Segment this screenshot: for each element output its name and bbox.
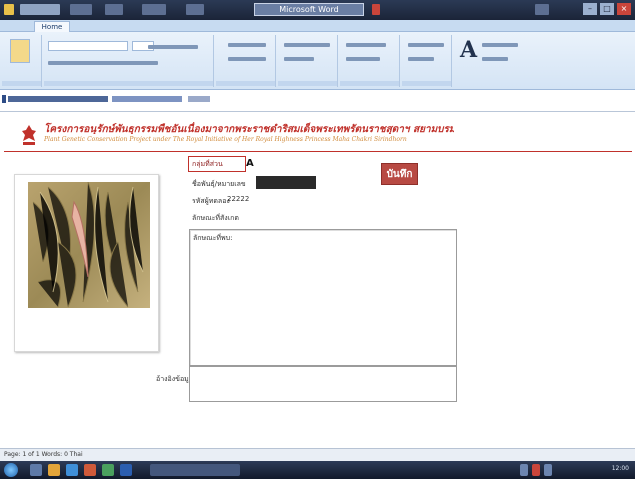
- toolbar-block: [105, 4, 123, 15]
- window-controls: – □ ×: [583, 3, 631, 15]
- change-styles-button[interactable]: [482, 57, 508, 61]
- page-title: โครงการอนุรักษ์พันธุกรรมพืชอันเนื่องมาจา…: [44, 124, 454, 134]
- layout-button[interactable]: [408, 57, 434, 61]
- taskbar: 12:00: [0, 461, 635, 479]
- description-text: ลักษณะที่พบ:: [193, 234, 233, 242]
- info-text: [8, 96, 108, 102]
- paragraph-group: [216, 35, 276, 87]
- folder-icon[interactable]: [48, 464, 60, 476]
- status-text: Page: 1 of 1 Words: 0 Thai: [4, 451, 83, 458]
- title-bar: Microsoft Word – □ ×: [0, 0, 635, 20]
- taskbar-app-icon[interactable]: [30, 464, 42, 476]
- info-bar: [0, 90, 635, 112]
- start-button[interactable]: [4, 463, 18, 477]
- layout-group: [402, 35, 452, 87]
- word-icon[interactable]: [120, 464, 132, 476]
- font-name-dropdown[interactable]: [48, 41, 128, 51]
- format-buttons[interactable]: [48, 61, 158, 65]
- group-label: [216, 81, 275, 86]
- taskbar-app-icon[interactable]: [84, 464, 96, 476]
- info-link[interactable]: [112, 96, 182, 102]
- list-buttons[interactable]: [228, 57, 266, 61]
- specimen-photo: [28, 182, 150, 308]
- close-button[interactable]: ×: [617, 3, 631, 15]
- group-value: A: [246, 158, 254, 169]
- register-field[interactable]: [256, 176, 316, 189]
- toolbar-block: [186, 4, 204, 15]
- clock[interactable]: 12:00: [612, 465, 629, 472]
- page-icon: [2, 95, 6, 103]
- taskbar-window-button[interactable]: [150, 464, 240, 476]
- clipboard-group: [2, 35, 42, 87]
- tray-icon[interactable]: [520, 464, 528, 476]
- toolbar-block: [70, 4, 92, 15]
- group-label: [402, 81, 451, 86]
- toolbar-block: [535, 4, 549, 15]
- style-button[interactable]: [284, 43, 330, 47]
- tray-icon[interactable]: [532, 464, 540, 476]
- group-label: [44, 81, 213, 86]
- change-styles-button[interactable]: [482, 43, 518, 47]
- screen: Microsoft Word – □ × Home A โครงการอนุรั…: [0, 0, 635, 479]
- description-field[interactable]: ลักษณะที่พบ:: [189, 229, 457, 366]
- tray-icon[interactable]: [544, 464, 552, 476]
- browser-icon[interactable]: [66, 464, 78, 476]
- replace-button[interactable]: [346, 57, 380, 61]
- change-styles-group: [478, 35, 526, 87]
- editing-group: [340, 35, 400, 87]
- quick-access-toolbar[interactable]: [20, 4, 60, 15]
- page-subtitle: Plant Genetic Conservation Project under…: [44, 136, 407, 143]
- group-label: กลุ่มที่ส่วน: [192, 160, 223, 168]
- find-button[interactable]: [346, 43, 386, 47]
- toolbar-block: [142, 4, 166, 15]
- taskbar-app-icon[interactable]: [102, 464, 114, 476]
- info-link[interactable]: [188, 96, 210, 102]
- align-buttons[interactable]: [228, 43, 266, 47]
- save-button[interactable]: บันทึก: [381, 163, 418, 185]
- style-button[interactable]: [284, 57, 314, 61]
- emblem-icon: [22, 125, 36, 145]
- reference-label: อ้างอิงข้อมูล: [156, 375, 194, 383]
- header-divider: [4, 151, 632, 152]
- styles-group: [278, 35, 338, 87]
- ribbon: A: [0, 32, 635, 90]
- font-color-icon[interactable]: A: [460, 37, 477, 63]
- code-value: 22222: [227, 195, 250, 203]
- app-icon[interactable]: [4, 4, 14, 15]
- code-label: รหัสผู้ทดลอง: [192, 197, 230, 205]
- font-group: [44, 35, 214, 87]
- minimize-button[interactable]: –: [583, 3, 597, 15]
- group-label: [340, 81, 399, 86]
- group-label: [278, 81, 337, 86]
- paste-icon[interactable]: [10, 39, 30, 63]
- reference-field[interactable]: [189, 366, 457, 402]
- ribbon-tabs: Home: [0, 20, 635, 32]
- layout-button[interactable]: [408, 43, 444, 47]
- status-bar: Page: 1 of 1 Words: 0 Thai: [0, 448, 635, 461]
- description-label: ลักษณะที่สังเกต: [192, 214, 239, 222]
- register-label: ชื่อพันธุ์/หมายเลข: [192, 180, 246, 188]
- font-buttons[interactable]: [148, 45, 198, 49]
- toolbar-block: [372, 4, 380, 15]
- group-label: [2, 81, 41, 86]
- tab-home[interactable]: Home: [34, 21, 70, 32]
- maximize-button[interactable]: □: [600, 3, 614, 15]
- window-title: Microsoft Word: [254, 3, 364, 16]
